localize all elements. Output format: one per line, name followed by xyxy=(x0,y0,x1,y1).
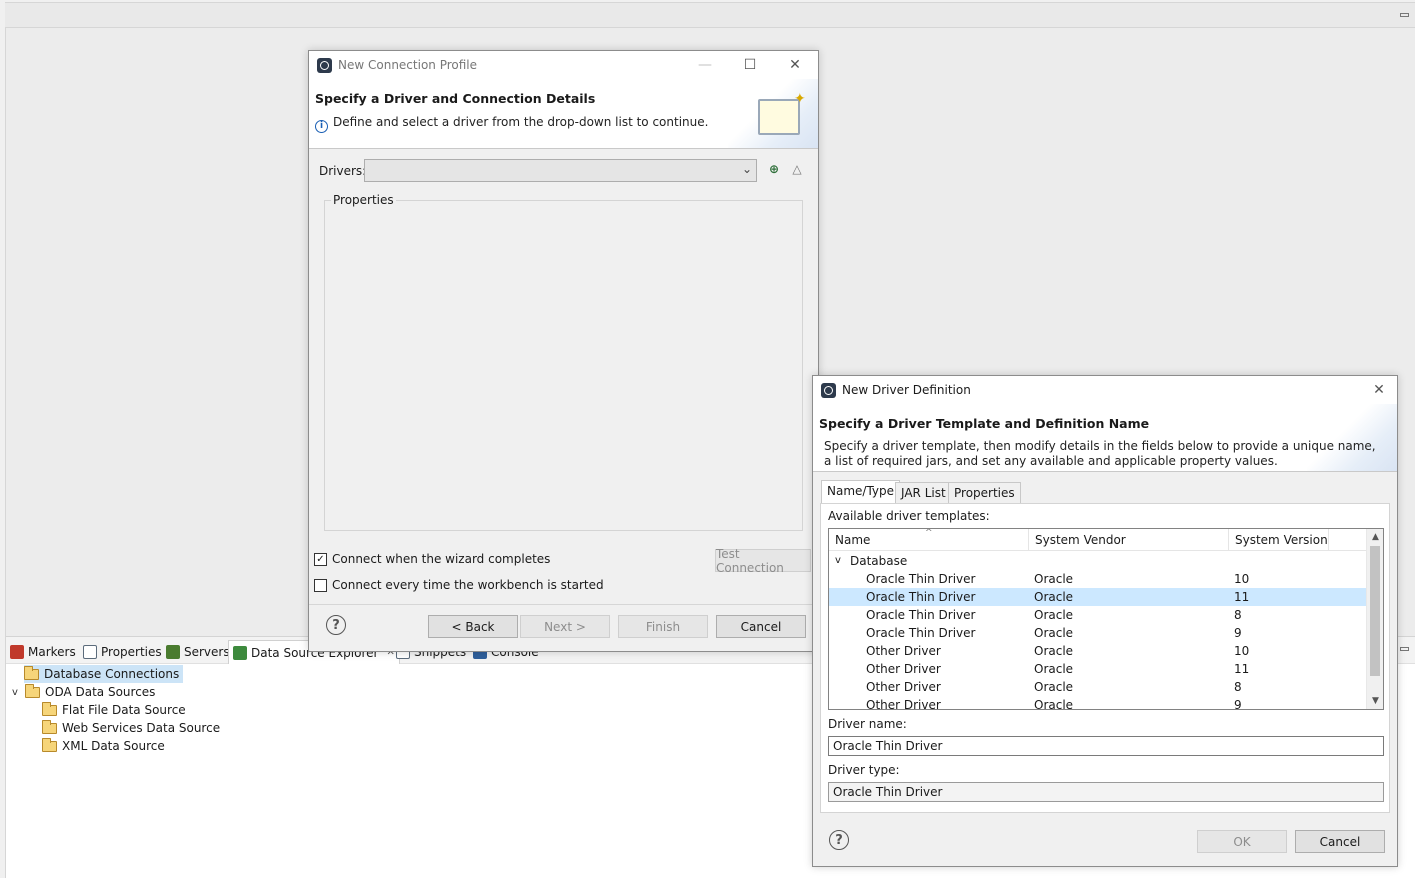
folder-icon xyxy=(42,719,57,734)
tree-item-oda-data-sources[interactable]: v ODA Data Sources xyxy=(10,683,155,701)
wizard-banner-art xyxy=(1307,404,1397,471)
checkbox-checked-icon: ✓ xyxy=(314,552,327,566)
tab-properties[interactable]: Properties xyxy=(948,482,1021,504)
header-description-line-2: a list of required jars, and set any ava… xyxy=(824,454,1278,468)
wizard-header: ✦ Specify a Driver and Connection Detail… xyxy=(309,79,818,149)
minimize-button[interactable]: — xyxy=(682,51,728,79)
table-row[interactable]: Other Driver Oracle 8 xyxy=(829,678,1366,696)
tab-markers[interactable]: Markers xyxy=(10,642,76,662)
driver-name-input[interactable]: Oracle Thin Driver xyxy=(828,736,1384,756)
connect-on-finish-checkbox[interactable]: ✓ Connect when the wizard completes xyxy=(314,552,550,566)
drivers-label: Drivers: xyxy=(319,164,367,178)
tree-item-database-connections[interactable]: Database Connections xyxy=(24,665,184,683)
tree-item-web-services-data-source[interactable]: Web Services Data Source xyxy=(42,719,220,737)
edit-driver-icon[interactable]: △ xyxy=(789,161,805,177)
scrollbar-thumb[interactable] xyxy=(1370,546,1380,676)
scroll-up-icon[interactable]: ▲ xyxy=(1367,530,1383,544)
test-connection-button[interactable]: Test Connection xyxy=(715,547,811,575)
finish-button[interactable]: Finish xyxy=(618,615,708,638)
driver-type-field: Oracle Thin Driver xyxy=(828,782,1384,802)
help-icon[interactable]: ? xyxy=(326,615,346,635)
driver-templates-table[interactable]: Name ^ System Vendor System Version v Da… xyxy=(828,528,1384,710)
table-row-selected[interactable]: Oracle Thin Driver Oracle 11 xyxy=(829,588,1366,606)
folder-icon xyxy=(25,683,40,698)
collapse-chevron-icon[interactable]: v xyxy=(10,687,20,698)
cancel-button[interactable]: Cancel xyxy=(716,615,806,638)
data-source-explorer-icon xyxy=(233,645,247,660)
footer-divider xyxy=(309,604,818,605)
new-driver-icon[interactable]: ⊕ xyxy=(766,161,782,177)
column-header-vendor[interactable]: System Vendor xyxy=(1029,529,1229,551)
folder-icon xyxy=(42,701,57,716)
header-title: Specify a Driver and Connection Details xyxy=(315,91,596,106)
tab-jar-list[interactable]: JAR List xyxy=(895,482,952,504)
drivers-dropdown[interactable]: ⌄ xyxy=(364,159,757,182)
properties-group-label: Properties xyxy=(331,193,396,207)
markers-icon xyxy=(10,645,24,659)
table-row[interactable]: Other Driver Oracle 11 xyxy=(829,660,1366,678)
eclipse-app-icon xyxy=(821,382,836,398)
dialog-title: New Connection Profile xyxy=(338,58,478,72)
tab-servers[interactable]: Servers xyxy=(166,642,230,662)
table-vertical-scrollbar[interactable]: ▲ ▼ xyxy=(1366,529,1383,709)
table-row[interactable]: Oracle Thin Driver Oracle 9 xyxy=(829,624,1366,642)
folder-icon xyxy=(24,665,39,680)
scroll-down-icon[interactable]: ▼ xyxy=(1367,694,1383,708)
checkbox-unchecked-icon xyxy=(314,578,327,592)
new-driver-definition-dialog: New Driver Definition ✕ Specify a Driver… xyxy=(812,375,1398,867)
table-row[interactable]: Other Driver Oracle 10 xyxy=(829,642,1366,660)
chevron-down-icon: ⌄ xyxy=(741,162,752,176)
table-row-category[interactable]: v Database xyxy=(829,552,1366,570)
header-description: i Define and select a driver from the dro… xyxy=(315,115,708,133)
properties-group xyxy=(324,200,803,531)
minimize-view-icon[interactable] xyxy=(1400,647,1409,651)
collapse-chevron-icon[interactable]: v xyxy=(835,552,841,570)
minimize-editor-icon[interactable] xyxy=(1400,13,1409,17)
cancel-button[interactable]: Cancel xyxy=(1295,830,1385,853)
dialog-titlebar: New Driver Definition ✕ xyxy=(813,376,1397,404)
column-header-name[interactable]: Name ^ xyxy=(829,529,1029,551)
info-icon: i xyxy=(315,120,328,133)
sort-ascending-icon: ^ xyxy=(925,528,933,538)
header-description-line-1: Specify a driver template, then modify d… xyxy=(824,439,1376,453)
available-templates-label: Available driver templates: xyxy=(828,509,990,523)
tab-content-panel: Available driver templates: Name ^ Syste… xyxy=(820,503,1390,813)
table-row[interactable]: Other Driver Oracle 9 xyxy=(829,696,1366,709)
maximize-button[interactable]: ☐ xyxy=(727,51,773,79)
column-header-version[interactable]: System Version xyxy=(1229,529,1329,551)
tab-properties[interactable]: Properties xyxy=(83,642,162,662)
connect-on-startup-checkbox[interactable]: Connect every time the workbench is star… xyxy=(314,578,604,592)
header-title: Specify a Driver Template and Definition… xyxy=(819,416,1150,431)
close-button[interactable]: ✕ xyxy=(1359,376,1399,404)
dialog-title: New Driver Definition xyxy=(842,383,971,397)
close-button[interactable]: ✕ xyxy=(772,51,818,79)
sparkle-icon: ✦ xyxy=(794,91,806,107)
tree-item-xml-data-source[interactable]: XML Data Source xyxy=(42,737,165,755)
new-connection-profile-dialog: New Connection Profile — ☐ ✕ ✦ Specify a… xyxy=(308,50,819,652)
tree-item-flat-file-data-source[interactable]: Flat File Data Source xyxy=(42,701,186,719)
dialog-titlebar: New Connection Profile — ☐ ✕ xyxy=(309,51,818,79)
driver-name-label: Driver name: xyxy=(828,717,907,731)
wizard-header: Specify a Driver Template and Definition… xyxy=(813,404,1397,472)
ok-button[interactable]: OK xyxy=(1197,830,1287,853)
tab-name-type[interactable]: Name/Type xyxy=(821,480,901,504)
workbench-toolbar xyxy=(5,2,1415,28)
back-button[interactable]: < Back xyxy=(428,615,518,638)
next-button[interactable]: Next > xyxy=(520,615,610,638)
properties-icon xyxy=(83,645,97,659)
servers-icon xyxy=(166,645,180,659)
table-row[interactable]: Oracle Thin Driver Oracle 10 xyxy=(829,570,1366,588)
eclipse-app-icon xyxy=(317,57,332,73)
driver-type-label: Driver type: xyxy=(828,763,900,777)
wizard-banner-art: ✦ xyxy=(728,79,818,148)
help-icon[interactable]: ? xyxy=(829,830,849,850)
table-row[interactable]: Oracle Thin Driver Oracle 8 xyxy=(829,606,1366,624)
folder-icon xyxy=(42,737,57,752)
table-header: Name ^ System Vendor System Version xyxy=(829,529,1383,551)
